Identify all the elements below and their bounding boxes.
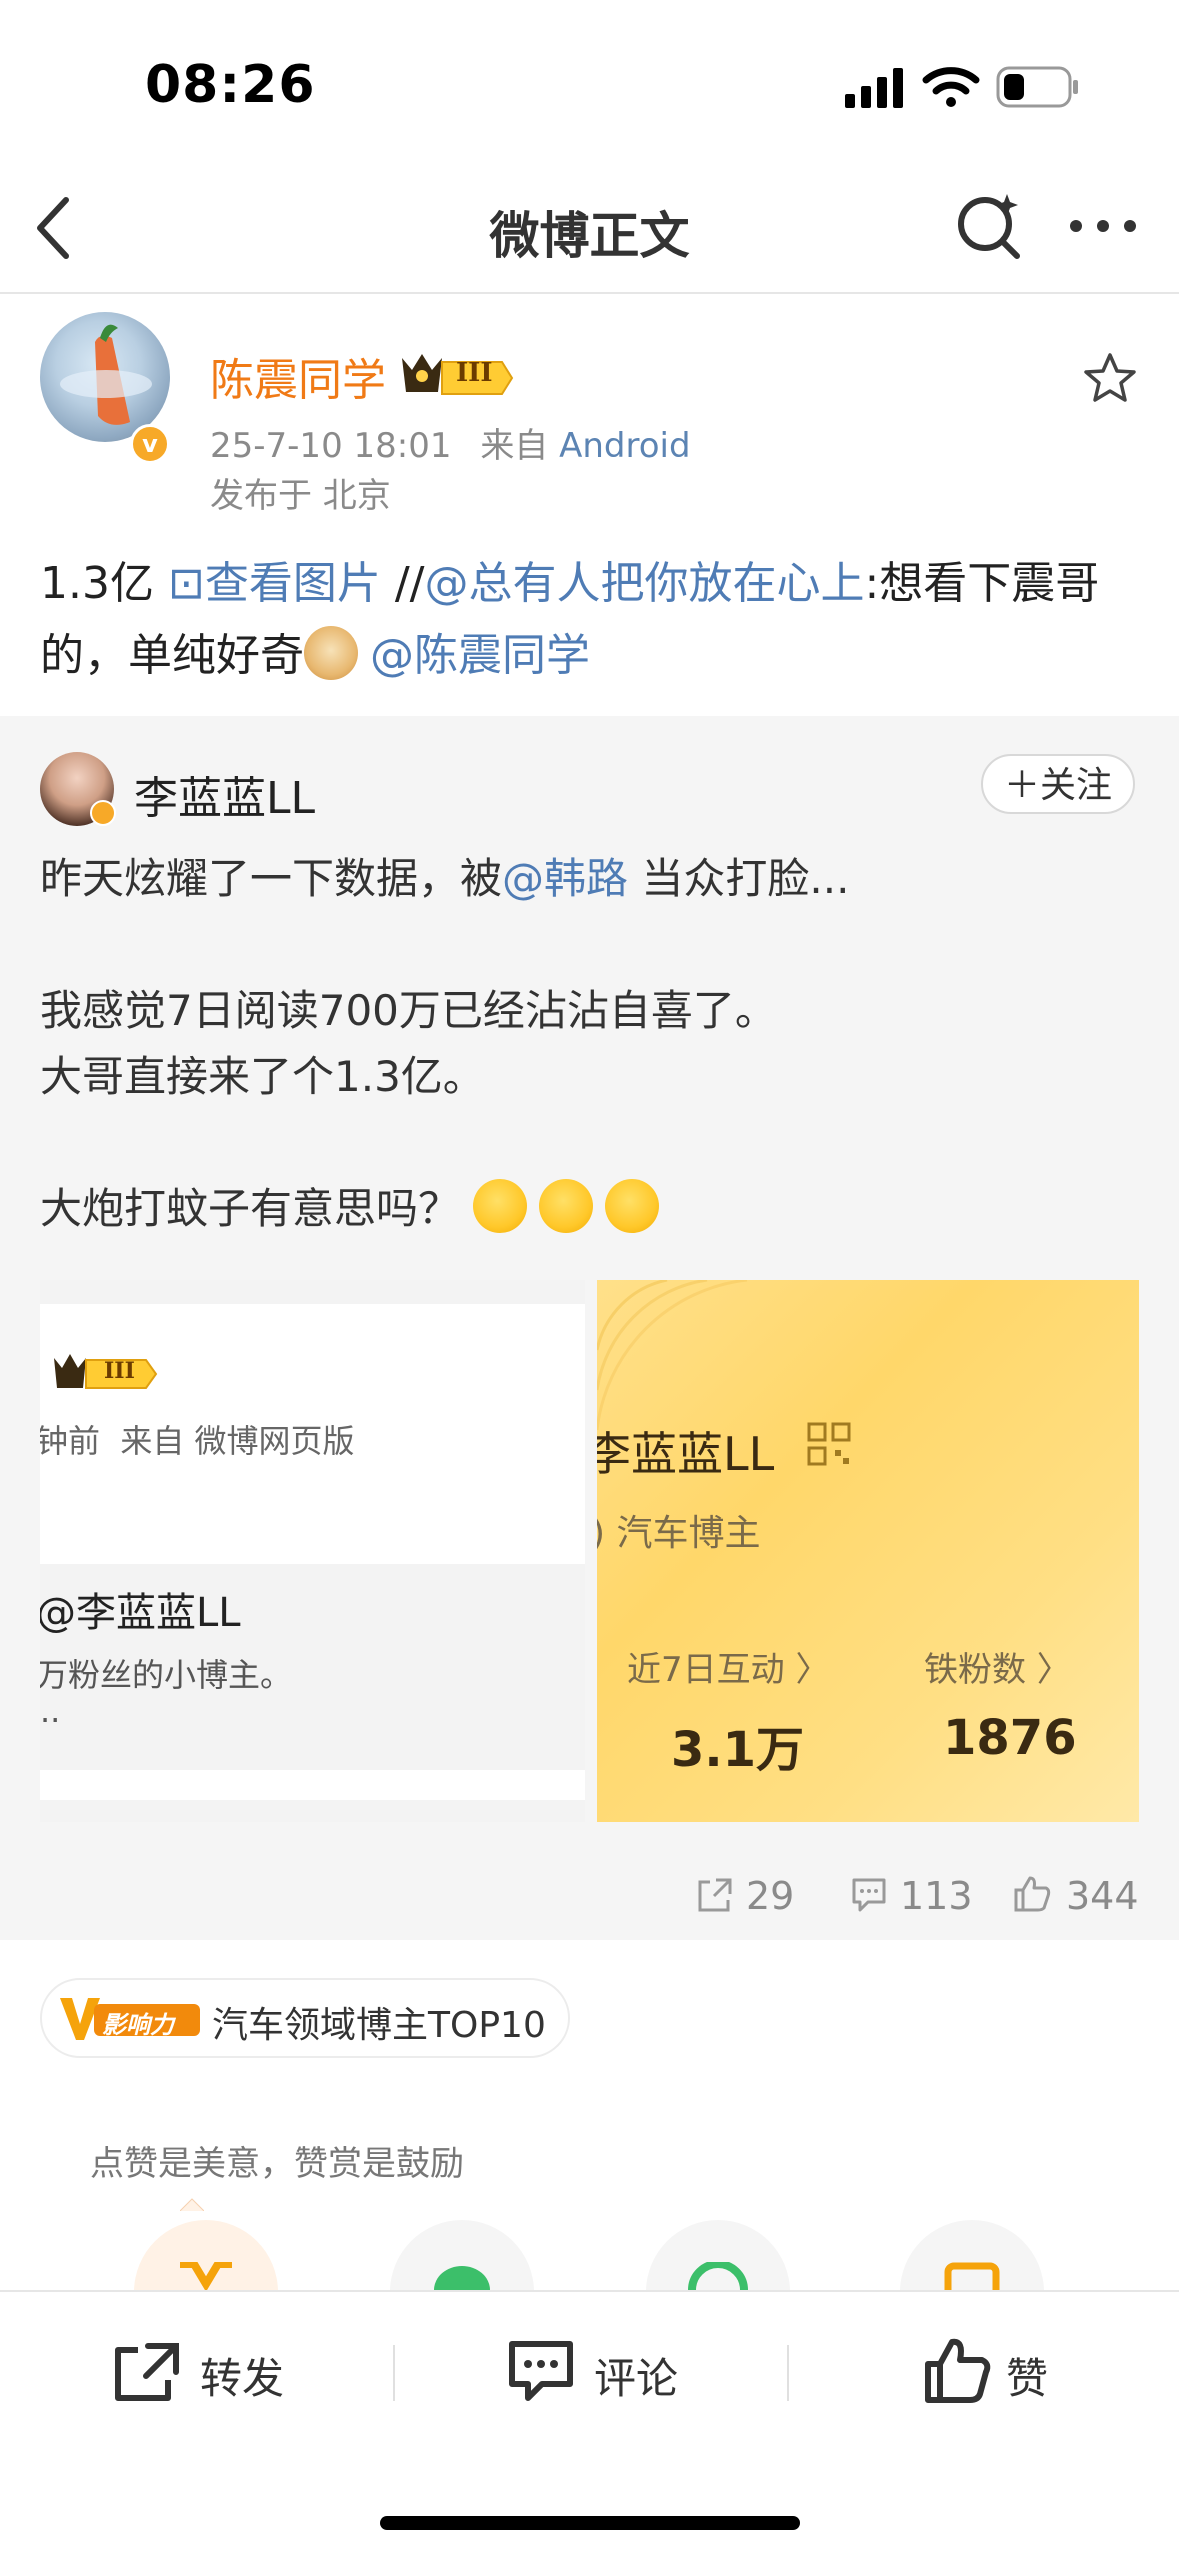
- like-button-icon[interactable]: [924, 2336, 992, 2408]
- repost-line1-post: 当众打脸...: [628, 854, 850, 903]
- source-link[interactable]: Android: [559, 426, 690, 466]
- repost-text: 昨天炫耀了一下数据，被@韩路 当众打脸... 我感觉7日阅读700万已经沾沾自喜…: [40, 846, 1140, 1242]
- repost-image-left[interactable]: III 钟前 来自 微博网页版 @李蓝蓝LL 万粉丝的小博主。 ..: [40, 1280, 585, 1822]
- mention-link[interactable]: @总有人把你放在心上: [424, 558, 864, 609]
- repost-count: 29: [746, 1874, 795, 1918]
- doge-emoji-icon: [304, 626, 358, 680]
- author-name[interactable]: 陈震同学: [210, 344, 386, 408]
- verified-badge-icon: v: [130, 424, 170, 464]
- smirk-emoji-icon: [605, 1179, 660, 1233]
- repost-count-icon[interactable]: [696, 1876, 734, 1918]
- category-label: 汽车博主: [616, 1513, 761, 1554]
- repost-author-name[interactable]: 李蓝蓝LL: [134, 762, 315, 826]
- like-count: 344: [1066, 1874, 1139, 1918]
- qr-code-icon: [807, 1422, 851, 1470]
- influence-logo: 影响力: [58, 1994, 202, 2044]
- bottom-separator: [787, 2345, 789, 2401]
- time-source-text: 钟前 来自 微博网页版: [40, 1422, 355, 1460]
- comment-count: 113: [900, 1874, 973, 1918]
- reward-indicator: [179, 2196, 205, 2212]
- verified-badge-icon: [90, 800, 116, 826]
- reward-text: 点赞是美意，赞赏是鼓励: [90, 2144, 464, 2184]
- signal-icon: [845, 66, 905, 112]
- smirk-emoji-icon: [539, 1179, 594, 1233]
- author-avatar[interactable]: [40, 312, 170, 442]
- repost-image-right[interactable]: 李蓝蓝LL ) 汽车博主 近7日互动 〉 3.1万 铁粉数 〉 1876: [597, 1280, 1139, 1822]
- like-count-icon[interactable]: [1012, 1874, 1052, 1918]
- repost-button[interactable]: 转发: [200, 2345, 284, 2406]
- mention-link-author[interactable]: @陈震同学: [370, 630, 590, 681]
- comment-count-icon[interactable]: [850, 1876, 888, 1918]
- more-icon[interactable]: [1068, 218, 1138, 238]
- nav-divider: [0, 292, 1179, 294]
- favorite-star-icon[interactable]: [1083, 352, 1137, 408]
- stat1-label: 近7日互动 〉: [627, 1650, 830, 1690]
- repost-mention-link[interactable]: @韩路: [502, 854, 628, 903]
- profile-name: 李蓝蓝LL: [597, 1427, 775, 1481]
- level-text: III: [456, 358, 493, 388]
- stat1-value: 3.1万: [671, 1722, 805, 1778]
- post-text-sep: //: [380, 558, 425, 609]
- category-text: ) 汽车博主: [597, 1504, 761, 1556]
- influence-text: 汽车领域博主TOP10: [212, 2005, 546, 2046]
- repost-line3: 大哥直接来了个1.3亿。: [40, 1052, 485, 1101]
- repost-line1-pre: 昨天炫耀了一下数据，被: [40, 854, 503, 903]
- comment-button[interactable]: 评论: [594, 2345, 678, 2406]
- post-location: 发布于 北京: [210, 476, 391, 516]
- follow-button[interactable]: ＋关注: [981, 754, 1135, 814]
- source-prefix: 来自: [480, 426, 549, 466]
- post-text-part1: 1.3亿: [40, 558, 168, 609]
- search-sparkle-icon[interactable]: [955, 190, 1025, 266]
- ellipsis-text: ..: [40, 1692, 61, 1730]
- view-image-link[interactable]: ⊡查看图片: [168, 558, 381, 609]
- decor-arcs: [597, 1280, 748, 1431]
- like-button[interactable]: 赞: [1006, 2345, 1048, 2406]
- comment-button-icon[interactable]: [508, 2340, 574, 2408]
- repost-line2: 我感觉7日阅读700万已经沾沾自喜了。: [40, 986, 777, 1035]
- crown-level-badge: III: [50, 1350, 160, 1394]
- handle-text: @李蓝蓝LL: [40, 1590, 241, 1636]
- influence-logo-text: 影响力: [102, 2011, 174, 2039]
- battery-icon: [996, 66, 1080, 112]
- smirk-emoji-icon: [473, 1179, 528, 1233]
- bottom-separator: [393, 2345, 395, 2401]
- post-time: 25-7-10 18:01: [210, 426, 452, 466]
- home-indicator: [380, 2516, 800, 2530]
- stat2-value: 1876: [943, 1710, 1077, 1766]
- post-text: 1.3亿 ⊡查看图片 //@总有人把你放在心上:想看下震哥的，单纯好奇 @陈震同学: [40, 548, 1140, 692]
- bio-text: 万粉丝的小博主。: [40, 1656, 293, 1694]
- stat2-label: 铁粉数 〉: [924, 1650, 1071, 1690]
- crown-level-badge: III: [398, 348, 516, 404]
- status-time: 08:26: [145, 55, 316, 115]
- repost-button-icon[interactable]: [112, 2340, 182, 2408]
- wifi-icon: [922, 64, 980, 112]
- level-text: III: [104, 1358, 135, 1384]
- repost-line4: 大炮打蚊子有意思吗？: [40, 1184, 461, 1233]
- post-meta: 25-7-10 18:01 来自 Android: [210, 418, 691, 467]
